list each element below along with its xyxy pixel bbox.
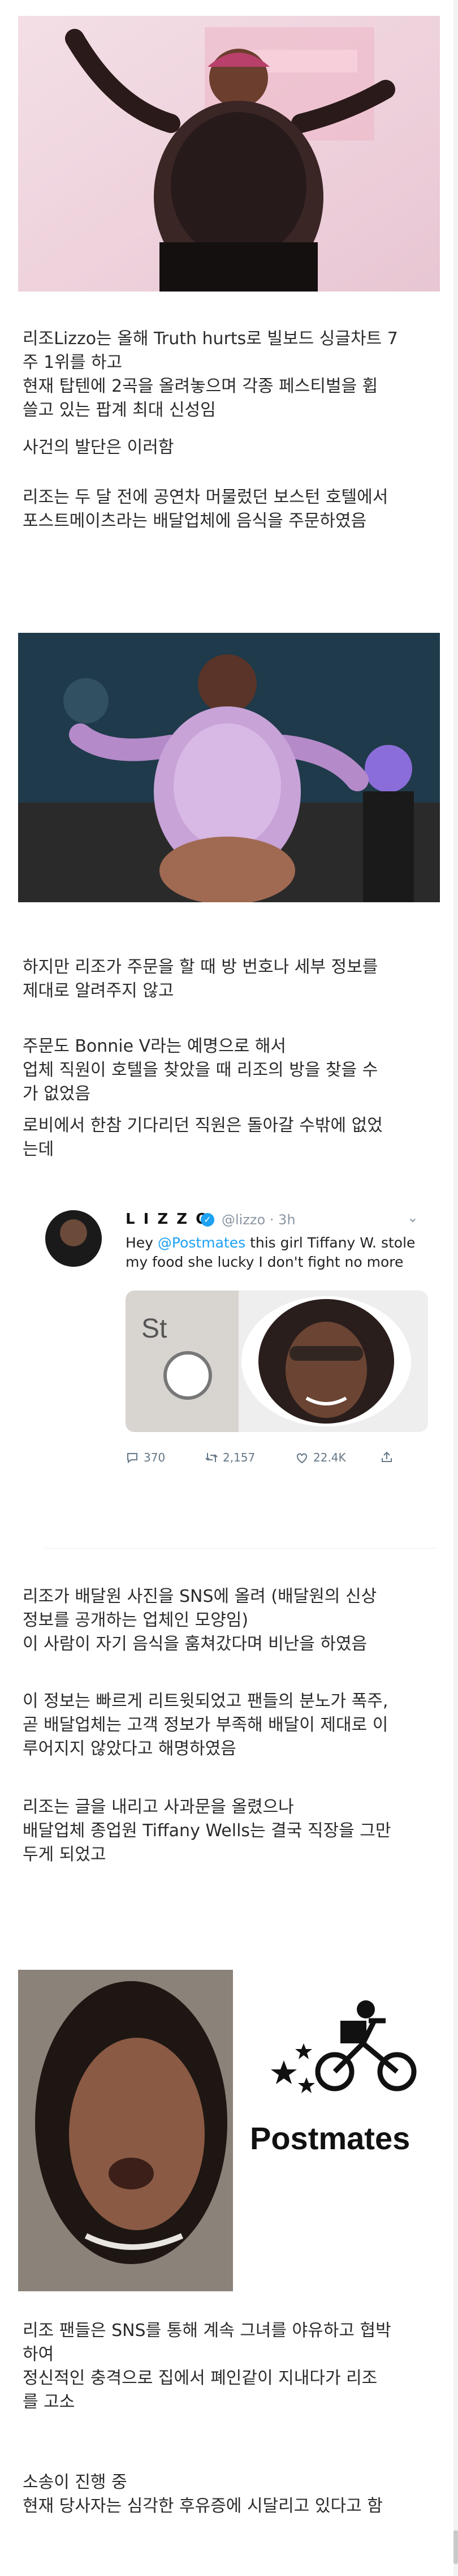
share-icon (382, 1451, 392, 1462)
reply-button[interactable]: 370 (126, 1451, 165, 1464)
heart-icon (297, 1453, 307, 1464)
verified-badge-icon: ✓ (201, 1213, 214, 1227)
paragraph-origin: 사건의 발단은 이러함 (23, 438, 174, 457)
share-button[interactable] (380, 1451, 394, 1463)
reply-icon (127, 1453, 137, 1464)
tweet-media-image[interactable]: St (126, 1291, 428, 1432)
mention-link[interactable]: @Postmates (158, 1235, 245, 1251)
paragraph-harassment: 리조 팬들은 SNS를 통해 계속 그녀를 야유하고 협박 하여 정신적인 충격… (23, 2321, 391, 2412)
tweet-handle-time: @lizzo · 3h (222, 1212, 296, 1228)
tweet-text-start: Hey (126, 1235, 158, 1251)
photo-lizzo-stage-1 (18, 16, 440, 292)
paragraph-lobby: 로비에서 한참 기다리던 직원은 돌아갈 수밖에 없었 는데 (23, 1116, 383, 1159)
photo-lizzo-stage-2 (18, 633, 440, 902)
tweet-divider (45, 1548, 435, 1549)
chevron-down-icon[interactable]: ⌄ (407, 1210, 418, 1225)
tweet-author-name[interactable]: L I Z Z O (126, 1211, 210, 1228)
paragraph-sns-post: 리조가 배달원 사진을 SNS에 올려 (배달원의 신상 정보를 공개하는 업체… (23, 1587, 377, 1654)
avatar[interactable] (45, 1210, 102, 1267)
postmates-wordmark: Postmates (250, 2120, 411, 2156)
photo-lizzo-postmates: Postmates (18, 1970, 440, 2291)
media-sign-text: St (141, 1314, 167, 1344)
retweet-count: 2,157 (223, 1451, 256, 1464)
retweet-button[interactable]: 2,157 (205, 1451, 255, 1464)
like-count: 22.4K (313, 1451, 346, 1464)
tweet-actions: 370 2,157 22.4K (126, 1451, 431, 1473)
scrollbar-thumb[interactable] (453, 2530, 458, 2564)
like-button[interactable]: 22.4K (295, 1451, 346, 1464)
paragraph-order: 리조는 두 달 전에 공연차 머물렀던 보스턴 호텔에서 포스트메이츠라는 배달… (23, 487, 388, 531)
paragraph-lawsuit: 소송이 진행 중 현재 당사자는 심각한 후유증에 시달리고 있다고 함 (23, 2472, 383, 2516)
paragraph-alias: 주문도 Bonnie V라는 예명으로 해서 업체 직원이 호텔을 찾았을 때 … (23, 1036, 378, 1104)
paragraph-intro: 리조Lizzo는 올해 Truth hurts로 빌보드 싱글차트 7 주 1위… (23, 329, 398, 420)
tweet-card[interactable]: L I Z Z O ✓ @lizzo · 3h ⌄ Hey @Postmates… (23, 1186, 435, 1554)
retweet-icon (205, 1453, 218, 1462)
tweet-text: Hey @Postmates this girl Tiffany W. stol… (126, 1233, 420, 1272)
reply-count: 370 (144, 1451, 166, 1464)
scrollbar-track[interactable] (453, 0, 458, 2576)
paragraph-apology: 리조는 글을 내리고 사과문을 올렸으나 배달업체 종업원 Tiffany We… (23, 1797, 391, 1865)
paragraph-no-room-info: 하지만 리조가 주문을 할 때 방 번호나 세부 정보를 제대로 알려주지 않고 (23, 957, 378, 1001)
paragraph-retweets: 이 정보는 빠르게 리트윗되었고 팬들의 분노가 폭주, 곧 배달업체는 고객 … (23, 1691, 388, 1759)
